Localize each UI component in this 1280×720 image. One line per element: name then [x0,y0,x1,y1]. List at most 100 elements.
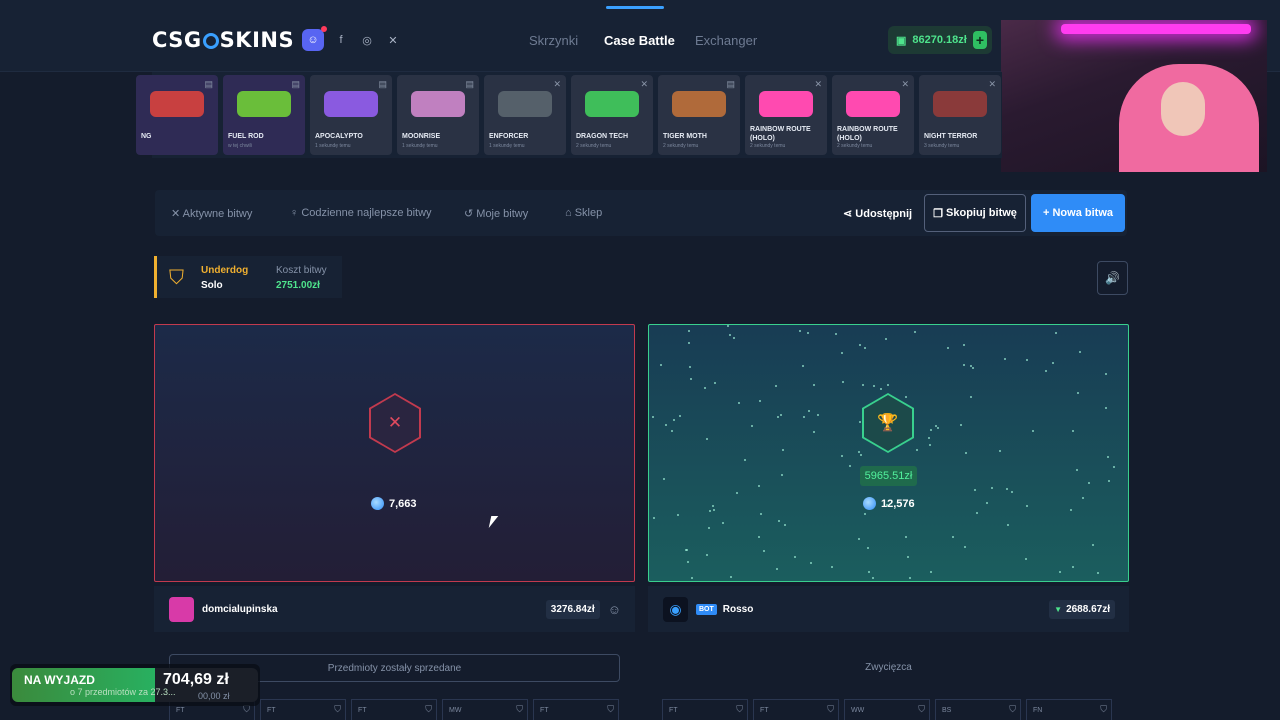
live-drop-card[interactable]: ✕ ENFORCER 1 sekundę temu [484,75,566,155]
star-particle [671,430,673,432]
drop-name: DRAGON TECH [576,133,629,140]
skin-image [150,91,204,117]
site-logo[interactable]: CSG SKINS [152,28,294,52]
player-name[interactable]: Rosso [723,604,754,615]
star-particle [1025,558,1027,560]
player-row: ◉ BOT Rosso ▼ 2688.67zł [648,586,1129,632]
emoji-icon[interactable]: ☺ [608,602,621,617]
nav-skrzynki[interactable]: Skrzynki [529,33,578,48]
item-condition-slot[interactable]: WW ⛉ [844,699,930,720]
star-particle [864,347,866,349]
active-tab-indicator [606,6,664,9]
star-particle [947,347,949,349]
item-condition-slot[interactable]: FT ⛉ [351,699,437,720]
star-particle [813,384,815,386]
live-drop-card[interactable]: ▤ FUEL ROD w tej chwili [223,75,305,155]
live-drop-card[interactable]: ✕ DRAGON TECH 2 sekundy temu [571,75,653,155]
share-icon: ⋖ [843,208,853,220]
star-particle [937,427,939,429]
star-particle [733,337,735,339]
nav-exchanger[interactable]: Exchanger [695,33,757,48]
battle-mode: Underdog [201,265,249,276]
star-particle [873,385,875,387]
star-particle [704,387,706,389]
star-particle [1082,497,1084,499]
live-drop-card[interactable]: ▤ NG [136,75,218,155]
nav-case-battle[interactable]: Case Battle [604,33,675,48]
star-particle [712,505,714,507]
live-drop-card[interactable]: ▤ MOONRISE 1 sekundę temu [397,75,479,155]
drop-time: 2 sekundy temu [837,143,873,149]
item-condition-slot[interactable]: FT ⛉ [753,699,839,720]
shield-check-icon: ⛉ [1009,704,1016,714]
copy-battle-button[interactable]: ❐ Skopiuj bitwę [924,194,1026,232]
star-particle [909,577,911,579]
discord-icon[interactable]: ☺ [302,26,327,51]
star-particle [782,449,784,451]
skin-image [846,91,900,117]
facebook-icon[interactable]: f [330,29,352,51]
bot-badge: BOT [696,603,717,615]
live-drop-card[interactable]: ▤ APOCALYPTO 1 sekundę temu [310,75,392,155]
star-particle [660,364,662,366]
star-particle [714,382,716,384]
tab-shop[interactable]: ⌂ Sklep [565,207,602,219]
share-button[interactable]: ⋖ Udostępnij [843,207,912,220]
balance-display[interactable]: ▣ 86270.18zł + [888,26,992,54]
drop-name: MOONRISE [402,133,441,140]
star-particle [1072,566,1074,568]
star-particle [862,384,864,386]
star-particle [722,522,724,524]
shield-check-icon: ⛉ [736,704,743,714]
live-drop-card[interactable]: ✕ RAINBOW ROUTE (HOLO) 2 sekundy temu [745,75,827,155]
x-icon[interactable]: ✕ [382,29,404,51]
tab-daily-best[interactable]: ♀ Codzienne najlepsze bitwy [290,207,432,219]
avatar[interactable] [169,596,194,622]
live-drop-card[interactable]: ✕ RAINBOW ROUTE (HOLO) 2 sekundy temu [832,75,914,155]
deposit-button[interactable]: + [972,31,987,49]
neon-light [1061,24,1251,34]
item-condition-slot[interactable]: FT ⛉ [533,699,619,720]
item-condition-slot[interactable]: FT ⛉ [260,699,346,720]
star-particle [690,378,692,380]
player-name[interactable]: domcialupinska [202,604,278,615]
drop-time: 1 sekundę temu [489,143,525,149]
skin-image [759,91,813,117]
star-particle [842,381,844,383]
drop-name: FUEL ROD [228,133,264,140]
stream-goal-overlay: NA WYJAZD o 7 przedmiotów za 27.3... 00,… [10,664,260,706]
item-condition-slot[interactable]: BS ⛉ [935,699,1021,720]
swords-icon: ✕ [814,79,822,89]
item-condition-slot[interactable]: FN ⛉ [1026,699,1112,720]
instagram-icon[interactable]: ◎ [356,29,378,51]
live-drop-card[interactable]: ▤ TIGER MOTH 2 sekundy temu [658,75,740,155]
star-particle [964,546,966,548]
bot-avatar[interactable]: ◉ [663,596,688,622]
tab-my-battles[interactable]: ↺ Moje bitwy [464,207,528,220]
star-particle [905,396,907,398]
star-particle [1092,544,1094,546]
star-particle [974,489,976,491]
new-battle-button[interactable]: + Nowa bitwa [1031,194,1125,232]
star-particle [780,414,782,416]
sound-toggle-button[interactable]: 🔊 [1097,261,1128,295]
close-icon: ✕ [371,395,419,451]
star-particle [1079,351,1081,353]
drop-time: 3 sekundy temu [924,143,960,149]
condition-label: FT [760,707,769,714]
live-drop-card[interactable]: ✕ NIGHT TERROR 3 sekundy temu [919,75,1001,155]
item-condition-slot[interactable]: FT ⛉ [662,699,748,720]
tab-active-battles[interactable]: ✕ Aktywne bitwy [171,207,252,220]
drop-name: RAINBOW ROUTE (HOLO) [837,126,898,142]
item-condition-slot[interactable]: MW ⛉ [442,699,528,720]
star-particle [1097,572,1099,574]
star-particle [887,384,889,386]
goal-amount: 704,69 zł [163,671,229,688]
battle-info: ⛉ Underdog Solo Koszt bitwy 2751.00zł [154,256,342,298]
star-particle [778,520,780,522]
battle-type: Solo [201,280,223,291]
star-particle [1088,482,1090,484]
star-particle [963,364,965,366]
drop-name: NG [141,133,152,140]
star-particle [963,344,965,346]
